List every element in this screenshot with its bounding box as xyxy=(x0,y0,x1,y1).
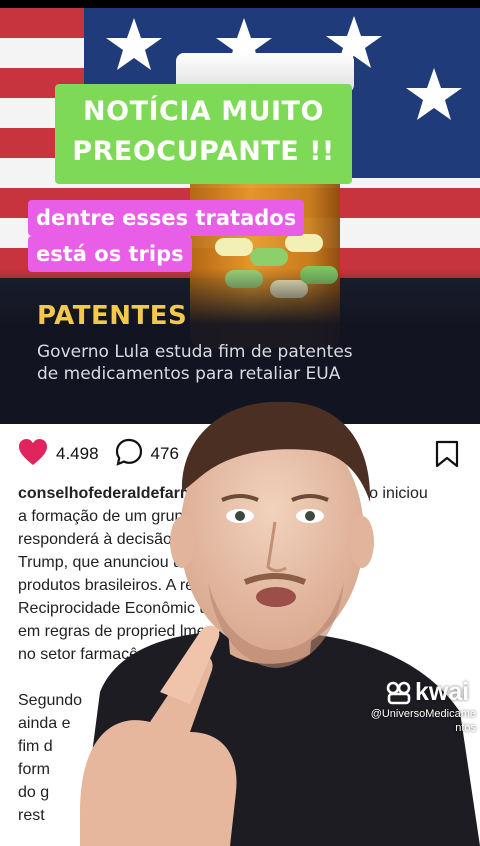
caption-line-6: em regras de propried lmente xyxy=(18,623,228,640)
caption2-line-2: fim d xyxy=(18,738,53,755)
comment-count: 476 xyxy=(150,444,179,463)
caption2-line-5: rest xyxy=(18,807,45,824)
kwai-icon xyxy=(386,681,411,704)
summary-line-2: de medicamentos para retaliar EUA xyxy=(37,364,341,384)
instagram-post-panel: 4.498 476 conselhofederaldefarm o iniciou… xyxy=(0,424,480,846)
caption-line-3: Trump, que anunciou um obre xyxy=(18,554,232,571)
summary-line-1: Governo Lula estuda fim de patentes xyxy=(37,342,353,362)
bookmark-icon[interactable] xyxy=(434,440,460,473)
handle-line-1: @UniversoMedicame xyxy=(370,708,476,720)
comment-icon[interactable] xyxy=(115,438,143,471)
like-count: 4.498 xyxy=(56,444,99,463)
caption-line-4: produtos brasileiros. A re ela Lei de xyxy=(18,577,268,594)
caption-username[interactable]: conselhofederaldefarm xyxy=(18,485,194,502)
send-icon[interactable] xyxy=(195,438,223,471)
caption2-line-4: do g xyxy=(18,784,50,801)
caption-line-5: Reciprocidade Econômic udanças xyxy=(18,600,260,617)
caption-line-1: a formação de um grupo mo xyxy=(18,508,219,525)
caption-line-0: o iniciou xyxy=(369,485,428,502)
kwai-watermark: kwai xyxy=(386,678,469,707)
handle-line-2: ntos xyxy=(455,722,476,734)
post-actions: 4.498 476 xyxy=(18,438,223,470)
post-caption: conselhofederaldefarm o iniciou a formaçã… xyxy=(18,482,468,827)
caption-line-7: no setor farmacêutic xyxy=(18,646,163,663)
caption-line-2: responderá à decisão d Donald xyxy=(18,531,241,548)
headline-sticker: NOTÍCIA MUITO PREOCUPANTE !! xyxy=(55,84,352,184)
headline-line-1: NOTÍCIA MUITO xyxy=(83,96,324,127)
kwai-brand: kwai xyxy=(415,678,470,706)
section-title: PATENTES xyxy=(37,301,188,331)
heart-icon[interactable] xyxy=(18,438,48,471)
creator-handle: @UniversoMedicame ntos xyxy=(358,707,476,735)
caption2-line-3: form xyxy=(18,761,50,778)
headline-line-2: PREOCUPANTE !! xyxy=(72,136,335,167)
video-frame: PATENTES Governo Lula estuda fim de pate… xyxy=(0,0,480,846)
note-line-1: dentre esses tratados xyxy=(28,200,305,236)
note-line-2: está os trips xyxy=(28,236,192,272)
